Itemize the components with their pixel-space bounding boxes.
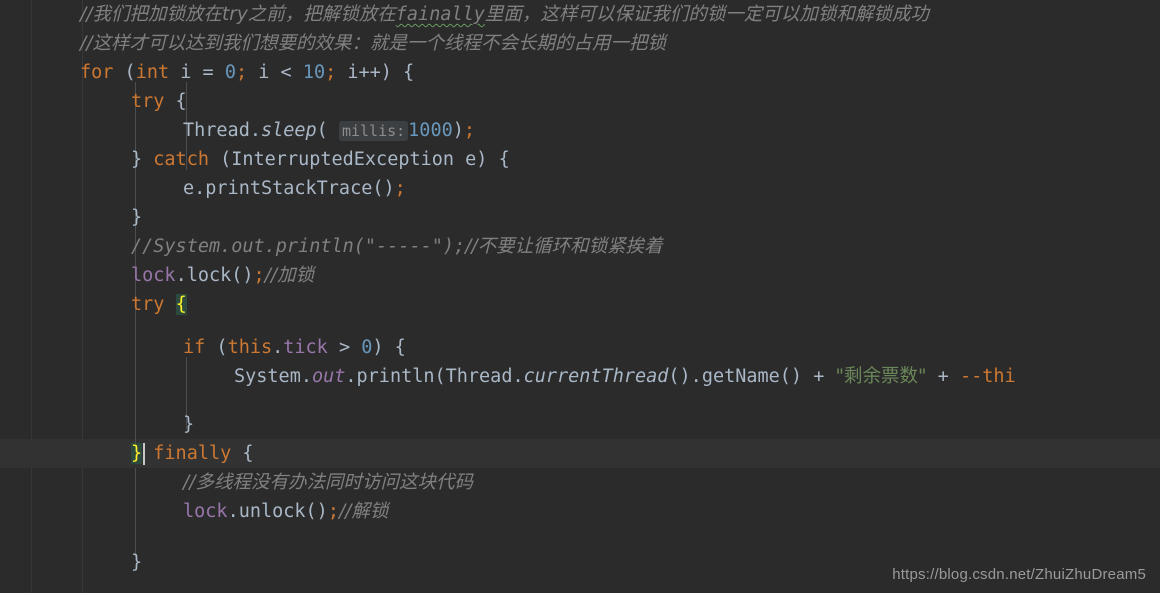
field-lock: lock (131, 265, 176, 286)
operator-plus: + (926, 366, 960, 387)
class-system: System. (234, 366, 312, 387)
matched-brace-open: { (175, 294, 187, 315)
keyword-int: int (135, 62, 170, 83)
field-lock: lock (183, 501, 228, 522)
typo-word: fainally (395, 4, 485, 25)
keyword-catch: catch (153, 149, 209, 170)
number-literal: 10 (302, 62, 326, 83)
method-println: .println(Thread. (345, 366, 524, 387)
code-line[interactable]: //System.out.println("-----");//不要让循环和锁紧… (0, 232, 1160, 261)
code-line[interactable]: for (int i = 0; i < 10; i++) { (0, 58, 1160, 87)
keyword-for: for (80, 62, 114, 83)
truncated-expression: --thi (959, 366, 1016, 387)
brace: } (131, 552, 143, 573)
code-line[interactable]: } (0, 203, 1160, 232)
comment-text: //不要让循环和锁紧挨着 (465, 236, 663, 257)
print-stack-trace-call: e.printStackTrace() (183, 178, 395, 199)
loop-increment: i++) { (336, 62, 415, 83)
operator-assign: = (202, 62, 225, 83)
keyword-try: try (131, 294, 165, 315)
semicolon: ; (463, 120, 476, 141)
semicolon: ; (327, 501, 339, 522)
variable-i: i (169, 62, 203, 83)
watermark-url: https://blog.csdn.net/ZhuiZhuDream5 (892, 566, 1146, 583)
keyword-finally: finally (142, 443, 232, 464)
method-get-name: ().getName() (668, 366, 814, 387)
comment-semicolon: ; (454, 236, 466, 257)
code-line[interactable]: Thread.sleep( millis: 1000); (0, 116, 1160, 145)
code-line[interactable]: if (this.tick > 0) { (0, 333, 1160, 362)
brace: { (164, 91, 187, 112)
number-literal: 1000 (408, 120, 453, 141)
keyword-if: if (183, 337, 206, 358)
code-line[interactable]: try { (0, 87, 1160, 116)
code-line[interactable]: } (0, 410, 1160, 439)
semicolon: ; (253, 265, 265, 286)
comment-text: 里面，这样可以保证我们的锁一定可以加锁和解锁成功 (484, 4, 929, 25)
code-line[interactable]: } finally { (0, 439, 1160, 468)
method-call-unlock: .unlock() (227, 501, 328, 522)
operator-plus: + (813, 366, 836, 387)
class-thread: Thread. (183, 120, 261, 141)
field-tick: tick (283, 337, 328, 358)
matched-brace-close: } (131, 443, 143, 464)
comment-text: //我们把加锁放在try之前，把解锁放在 (80, 4, 396, 25)
punctuation: ) { (372, 337, 406, 358)
keyword-this: this (227, 337, 273, 358)
code-line[interactable]: lock.unlock();//解锁 (0, 497, 1160, 526)
code-line[interactable]: e.printStackTrace(); (0, 174, 1160, 203)
punctuation: ( (113, 62, 136, 83)
comment-text: //加锁 (264, 265, 315, 286)
method-current-thread: currentThread (523, 366, 669, 387)
method-call-lock: .lock() (175, 265, 254, 286)
code-line[interactable]: } catch (InterruptedException e) { (0, 145, 1160, 174)
number-literal: 0 (224, 62, 236, 83)
number-literal: 0 (361, 337, 373, 358)
semicolon: ; (325, 62, 337, 83)
parameter-hint-millis[interactable]: millis: (338, 121, 409, 141)
keyword-try: try (131, 91, 165, 112)
code-line[interactable]: lock.lock();//加锁 (0, 261, 1160, 290)
string-literal: "剩余票数" (835, 366, 927, 387)
method-sleep: sleep (260, 120, 317, 141)
comment-text: //System.out.println("-----") (131, 236, 455, 257)
comment-text: //多线程没有办法同时访问这块代码 (183, 472, 473, 493)
punctuation: ) (452, 120, 464, 141)
punctuation: ( (205, 337, 228, 358)
code-editor[interactable]: //我们把加锁放在try之前，把解锁放在fainally里面，这样可以保证我们的… (0, 0, 1160, 593)
operator-greater-than: > (327, 337, 362, 358)
code-line[interactable]: //这样才可以达到我们想要的效果：就是一个线程不会长期的占用一把锁 (0, 29, 1160, 58)
loop-condition: i < (247, 62, 303, 83)
brace: } (131, 207, 143, 228)
brace: } (183, 414, 195, 435)
brace: { (231, 443, 254, 464)
dot: . (272, 337, 284, 358)
text-caret (143, 443, 145, 465)
semicolon: ; (235, 62, 248, 83)
comment-text: //解锁 (338, 501, 389, 522)
code-line[interactable]: //我们把加锁放在try之前，把解锁放在fainally里面，这样可以保证我们的… (0, 0, 1160, 29)
comment-text: //这样才可以达到我们想要的效果：就是一个线程不会长期的占用一把锁 (80, 33, 666, 54)
brace: } (131, 149, 154, 170)
field-out: out (311, 366, 346, 387)
catch-parameter: (InterruptedException e) { (208, 149, 510, 170)
code-line[interactable]: System.out.println(Thread.currentThread(… (0, 362, 1160, 391)
punctuation: ( (316, 120, 339, 141)
code-line[interactable]: try { (0, 290, 1160, 319)
semicolon: ; (394, 178, 406, 199)
code-line[interactable]: //多线程没有办法同时访问这块代码 (0, 468, 1160, 497)
